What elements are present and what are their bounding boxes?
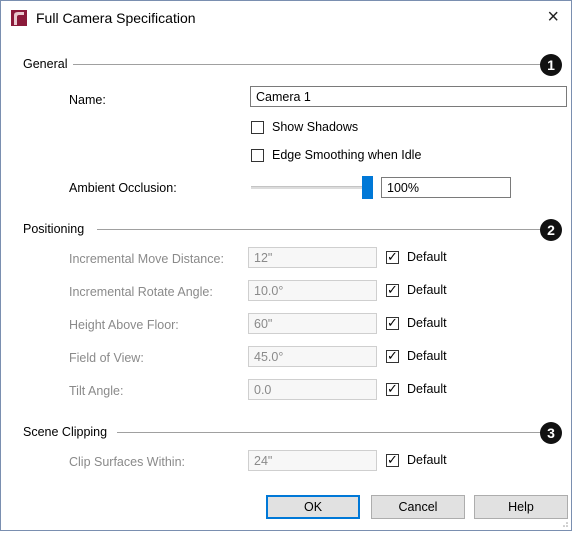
clip-surfaces-default-label: Default <box>407 453 447 467</box>
checkmark-icon: ✓ <box>387 282 398 297</box>
callout-badge-2: 2 <box>540 219 562 241</box>
tilt-angle-default-label: Default <box>407 382 447 396</box>
rotate-angle-default-box[interactable]: ✓ <box>386 282 399 297</box>
callout-badge-3: 3 <box>540 422 562 444</box>
name-input[interactable] <box>250 86 567 107</box>
checkmark-icon: ✓ <box>387 315 398 330</box>
general-group-label: General <box>23 57 68 71</box>
move-distance-default-box[interactable]: ✓ <box>386 249 399 264</box>
checkmark-icon: ✓ <box>387 452 398 467</box>
general-divider <box>73 64 541 65</box>
tilt-angle-input[interactable] <box>248 379 377 400</box>
close-icon[interactable]: × <box>547 6 559 28</box>
chief-architect-logo-icon <box>11 10 27 26</box>
height-above-floor-label: Height Above Floor: <box>69 318 179 332</box>
scene-clipping-divider <box>117 432 541 433</box>
checkmark-icon: ✓ <box>387 348 398 363</box>
name-label: Name: <box>69 93 106 107</box>
full-camera-specification-dialog: Full Camera Specification × General 1 Na… <box>0 0 572 531</box>
clip-surfaces-input[interactable] <box>248 450 377 471</box>
ok-button[interactable]: OK <box>266 495 360 519</box>
show-shadows-box[interactable] <box>251 121 264 134</box>
clip-surfaces-label: Clip Surfaces Within: <box>69 455 186 469</box>
height-above-floor-default-box[interactable]: ✓ <box>386 315 399 330</box>
scene-clipping-group-label: Scene Clipping <box>23 425 108 439</box>
height-above-floor-input[interactable] <box>248 313 377 334</box>
cancel-button[interactable]: Cancel <box>371 495 465 519</box>
window-title: Full Camera Specification <box>36 10 196 26</box>
checkmark-icon: ✓ <box>387 249 398 264</box>
callout-badge-1: 1 <box>540 54 562 76</box>
show-shadows-label: Show Shadows <box>272 120 359 134</box>
height-above-floor-default-label: Default <box>407 316 447 330</box>
rotate-angle-default-label: Default <box>407 283 447 297</box>
rotate-angle-input[interactable] <box>248 280 377 301</box>
clip-surfaces-default-box[interactable]: ✓ <box>386 452 399 467</box>
help-button[interactable]: Help <box>474 495 568 519</box>
ambient-occlusion-slider-thumb[interactable] <box>362 176 373 199</box>
field-of-view-default-box[interactable]: ✓ <box>386 348 399 363</box>
field-of-view-label: Field of View: <box>69 351 144 365</box>
move-distance-input[interactable] <box>248 247 377 268</box>
edge-smoothing-box[interactable] <box>251 149 264 162</box>
checkmark-icon: ✓ <box>387 381 398 396</box>
tilt-angle-default-box[interactable]: ✓ <box>386 381 399 396</box>
positioning-divider <box>97 229 541 230</box>
move-distance-label: Incremental Move Distance: <box>69 252 224 266</box>
ambient-occlusion-label: Ambient Occlusion: <box>69 181 177 195</box>
move-distance-default-label: Default <box>407 250 447 264</box>
title-bar[interactable]: Full Camera Specification × <box>1 1 571 37</box>
field-of-view-input[interactable] <box>248 346 377 367</box>
field-of-view-default-label: Default <box>407 349 447 363</box>
ambient-occlusion-slider-track[interactable] <box>251 186 373 189</box>
tilt-angle-label: Tilt Angle: <box>69 384 124 398</box>
ambient-occlusion-input[interactable] <box>381 177 511 198</box>
resize-grip-icon[interactable] <box>560 519 568 527</box>
rotate-angle-label: Incremental Rotate Angle: <box>69 285 213 299</box>
positioning-group-label: Positioning <box>23 222 85 236</box>
edge-smoothing-label: Edge Smoothing when Idle <box>272 148 422 162</box>
